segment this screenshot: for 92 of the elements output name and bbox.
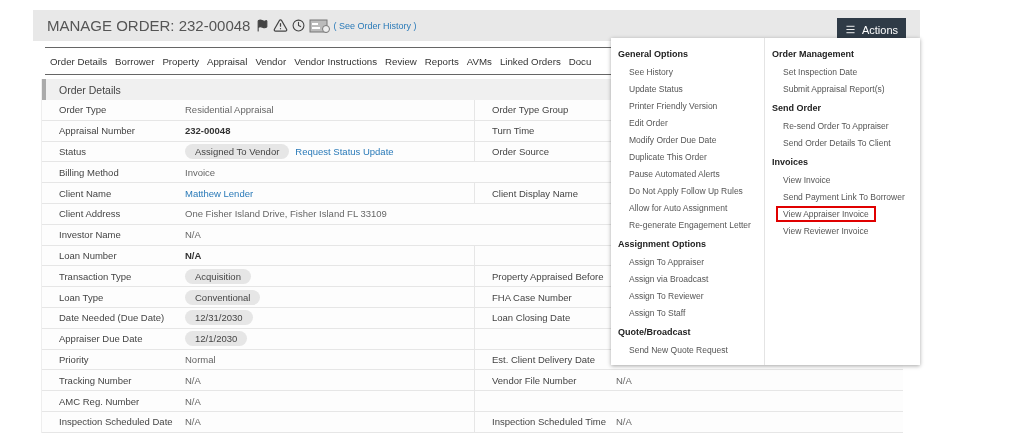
field-value: N/A [616, 416, 632, 428]
field-label: Investor Name [58, 229, 122, 241]
field-label: Tracking Number [58, 374, 133, 386]
field-value: Invoice [185, 166, 216, 178]
menu-item[interactable]: Re-generate Engagement Letter [622, 217, 758, 233]
field-label: Client Address [58, 208, 122, 220]
field-value: N/A [185, 416, 201, 428]
field-label: AMC Reg. Number [58, 395, 141, 407]
field-value: N/A [616, 374, 632, 386]
tab[interactable]: Appraisal [203, 48, 252, 74]
tab[interactable]: Review [381, 48, 421, 74]
field-label: Status [58, 146, 87, 157]
field-label: Order Source [492, 146, 551, 157]
field-value: N/A [185, 249, 202, 261]
warning-icon[interactable] [273, 18, 289, 33]
field-label: Turn Time [492, 125, 536, 137]
see-order-history-link[interactable]: ( See Order History ) [333, 20, 417, 31]
menu-item[interactable]: Assign To Reviewer [622, 288, 711, 304]
menu-item[interactable]: Allow for Auto Assignment [622, 200, 735, 216]
field-value: Residential Appraisal [185, 104, 274, 116]
field-value: Normal [185, 353, 216, 365]
menu-item[interactable]: View Appraiser Invoice [776, 206, 876, 222]
field-label: Vendor File Number [492, 374, 578, 386]
menu-group-heading: Invoices [772, 156, 810, 169]
field-label: Date Needed (Due Date) [58, 312, 166, 324]
menu-item[interactable]: Edit Order [622, 115, 675, 131]
value-link[interactable]: Matthew Lender [185, 187, 254, 199]
value-link[interactable]: Request Status Update [295, 146, 394, 157]
page-title: MANAGE ORDER: 232-00048 [47, 17, 251, 34]
menu-icon [844, 24, 856, 35]
field-label: Appraisal Number [58, 125, 137, 137]
menu-item[interactable]: Set Inspection Date [776, 64, 865, 80]
menu-group-heading: Order Management [772, 48, 856, 61]
tab[interactable]: Linked Orders [495, 48, 565, 74]
field-label: Transaction Type [58, 270, 133, 282]
status-pill: 12/1/2030 [185, 331, 248, 347]
field-value: N/A [185, 229, 201, 241]
menu-group-heading: Send Order [772, 102, 822, 115]
field-label: Loan Closing Date [492, 312, 572, 324]
field-label: Inspection Scheduled Date [58, 416, 174, 428]
menu-item[interactable]: Re-send Order To Appraiser [776, 118, 896, 134]
tab[interactable]: Property [158, 48, 203, 74]
tab[interactable]: Vendor [251, 48, 291, 74]
menu-item[interactable]: Send New Quote Request [622, 342, 735, 358]
menu-item[interactable]: Duplicate This Order [622, 149, 714, 165]
menu-group-heading: General Options [618, 48, 689, 61]
field-label: FHA Case Number [492, 291, 573, 303]
menu-item[interactable]: Send Order Details To Client [776, 135, 898, 151]
tab[interactable]: AVMs [462, 48, 496, 74]
menu-group-heading: Quote/Broadcast [618, 326, 692, 339]
field-label: Property Appraised Before [492, 270, 605, 282]
menu-item[interactable]: Update Status [622, 81, 690, 97]
flag-icon[interactable] [256, 19, 270, 32]
field-label: Inspection Scheduled Time [492, 416, 608, 428]
field-label: Loan Number [58, 249, 118, 261]
field-label: Order Type [58, 104, 108, 116]
field-label: Order Type Group [492, 104, 570, 116]
clock-icon[interactable] [292, 19, 306, 32]
menu-item[interactable]: View Invoice [776, 172, 838, 188]
menu-item[interactable]: Submit Appraisal Report(s) [776, 81, 892, 97]
field-value: N/A [185, 374, 201, 386]
field-value: 232-00048 [185, 125, 231, 137]
tab[interactable]: Vendor Instructions [290, 48, 382, 74]
menu-item[interactable]: Assign To Appraiser [622, 254, 711, 270]
field-value: N/A [185, 395, 201, 407]
status-pill: Acquisition [185, 268, 251, 284]
menu-item[interactable]: Do Not Apply Follow Up Rules [622, 183, 750, 199]
field-label: Billing Method [58, 166, 120, 178]
menu-item[interactable]: Send Payment Link To Borrower [776, 189, 912, 205]
menu-item[interactable]: Pause Automated Alerts [622, 166, 727, 182]
field-label: Client Name [58, 187, 113, 199]
menu-group-heading: Assignment Options [618, 238, 707, 251]
card-clock-icon[interactable] [309, 18, 332, 33]
field-label: Loan Type [58, 291, 105, 303]
field-label: Est. Client Delivery Date [492, 353, 596, 365]
menu-item[interactable]: Modify Order Due Date [622, 132, 724, 148]
field-label: Client Display Name [492, 187, 580, 199]
menu-item[interactable]: See History [622, 64, 680, 80]
status-pill: 12/31/2030 [185, 310, 253, 326]
menu-item[interactable]: Assign To Staff [622, 305, 693, 321]
tab[interactable]: Order Details [46, 48, 112, 74]
menu-item[interactable]: Assign via Broadcast [622, 271, 716, 287]
field-label: Appraiser Due Date [58, 333, 144, 345]
menu-item[interactable]: View Reviewer Invoice [776, 223, 876, 239]
menu-item[interactable]: Printer Friendly Version [622, 98, 725, 114]
tab[interactable]: Docu [564, 48, 596, 74]
tab[interactable]: Reports [420, 48, 463, 74]
field-label: Priority [58, 353, 90, 365]
tab[interactable]: Borrower [111, 48, 159, 74]
status-pill: Conventional [185, 289, 261, 305]
field-value: One Fisher Island Drive, Fisher Island FL 33109 [185, 208, 387, 220]
status-pill: Assigned To Vendor [185, 144, 290, 159]
